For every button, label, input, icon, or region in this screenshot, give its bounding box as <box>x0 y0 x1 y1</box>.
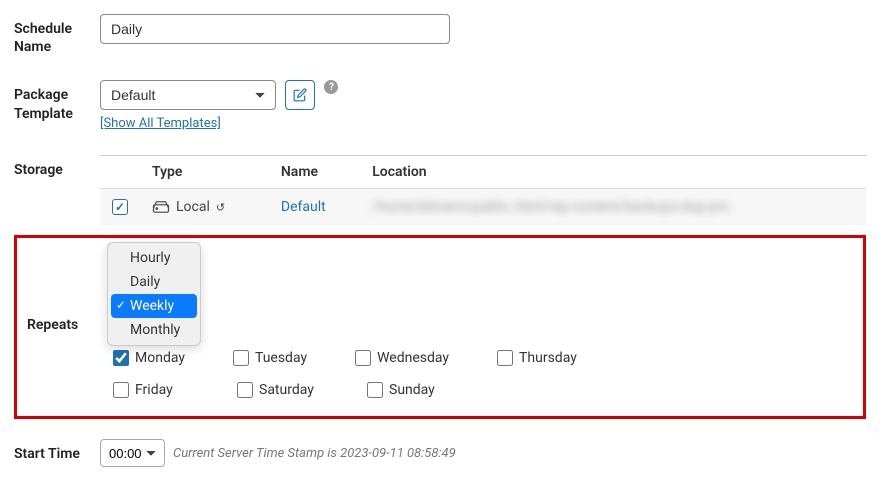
day-saturday[interactable]: Saturday <box>237 382 319 398</box>
repeats-dropdown[interactable]: Hourly Daily Weekly Monthly <box>107 242 201 346</box>
schedule-name-input[interactable] <box>100 14 450 44</box>
storage-col-name: Name <box>269 156 360 189</box>
repeats-highlight-box: Repeats Weekly Monday Tuesday Wednesday … <box>14 235 866 419</box>
storage-col-type: Type <box>140 156 269 189</box>
day-friday[interactable]: Friday <box>113 382 189 398</box>
storage-row-checkbox[interactable] <box>112 199 128 215</box>
edit-icon <box>293 88 307 102</box>
repeats-option-hourly[interactable]: Hourly <box>108 246 200 270</box>
day-saturday-checkbox[interactable] <box>237 382 253 398</box>
day-friday-checkbox[interactable] <box>113 382 129 398</box>
repeats-option-weekly[interactable]: Weekly <box>111 294 197 318</box>
help-icon[interactable]: ? <box>324 80 338 94</box>
day-monday-checkbox[interactable] <box>113 350 129 366</box>
repeats-option-monthly[interactable]: Monthly <box>108 318 200 342</box>
storage-row: Local ↺ Default /home/bitnami/public_html… <box>100 189 866 226</box>
storage-col-location: Location <box>360 156 866 189</box>
day-thursday-checkbox[interactable] <box>497 350 513 366</box>
day-tuesday[interactable]: Tuesday <box>233 350 307 366</box>
server-time-note: Current Server Time Stamp is 2023-09-11 … <box>173 446 456 461</box>
hdd-icon <box>152 200 170 214</box>
package-template-label: Package Template <box>14 80 100 122</box>
day-wednesday-checkbox[interactable] <box>355 350 371 366</box>
sync-icon: ↺ <box>216 201 225 214</box>
show-all-templates-link[interactable]: [Show All Templates] <box>100 116 221 131</box>
storage-label: Storage <box>14 155 100 179</box>
package-template-select[interactable]: Default <box>100 80 276 110</box>
repeats-label: Repeats <box>27 254 103 334</box>
day-tuesday-checkbox[interactable] <box>233 350 249 366</box>
day-monday[interactable]: Monday <box>113 350 185 366</box>
repeats-option-daily[interactable]: Daily <box>108 270 200 294</box>
edit-template-button[interactable] <box>285 80 315 110</box>
start-time-label: Start Time <box>14 439 100 463</box>
day-sunday-checkbox[interactable] <box>367 382 383 398</box>
start-time-select[interactable]: 00:00 <box>100 439 165 467</box>
day-sunday[interactable]: Sunday <box>367 382 435 398</box>
storage-table: Type Name Location Local↺ Default /home/ <box>100 155 866 225</box>
day-thursday[interactable]: Thursday <box>497 350 577 366</box>
storage-location-text: /home/bitnami/public_html/wp-content/bac… <box>372 199 729 215</box>
storage-name-link[interactable]: Default <box>281 199 326 215</box>
day-wednesday[interactable]: Wednesday <box>355 350 449 366</box>
schedule-name-label: Schedule Name <box>14 14 100 56</box>
storage-type-text: Local <box>176 199 210 215</box>
